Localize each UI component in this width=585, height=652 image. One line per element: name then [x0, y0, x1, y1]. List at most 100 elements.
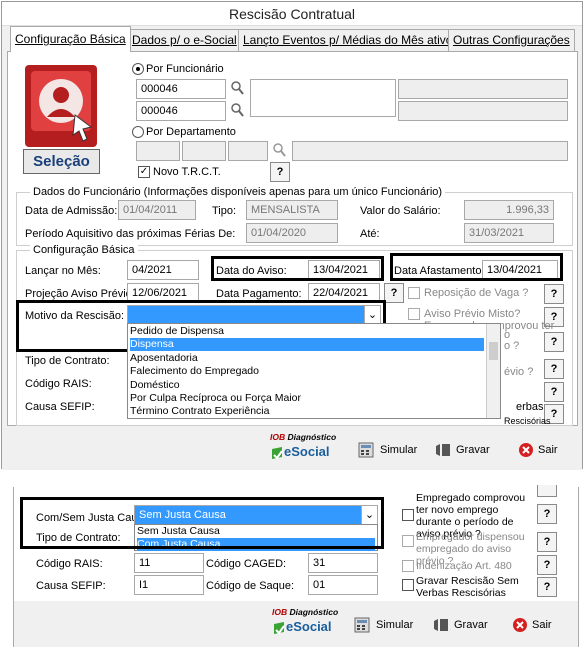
- causa-sefip-label: Causa SEFIP:: [25, 401, 95, 413]
- departamento-field-1: [136, 141, 180, 161]
- tipo-field: MENSALISTA: [246, 200, 338, 220]
- ate-label: Até:: [360, 228, 380, 240]
- empregado-comprovou-checkbox[interactable]: [402, 509, 414, 521]
- codigo-saque-input[interactable]: 01: [308, 575, 378, 595]
- por-departamento-radio[interactable]: [132, 126, 144, 138]
- funcionario-nome-de: [398, 79, 568, 99]
- diagnostico-text: Diagnóstico: [287, 432, 337, 442]
- highlight-data-aviso: [211, 256, 384, 281]
- help-button[interactable]: ?: [537, 555, 557, 575]
- gravar-button[interactable]: Gravar: [434, 442, 490, 458]
- departamento-nome: [292, 141, 568, 161]
- sair-button[interactable]: Sair: [512, 617, 552, 633]
- periodo-aquisitivo-label: Período Aquisitivo das próximas Férias D…: [25, 228, 236, 240]
- help-button[interactable]: ?: [537, 577, 557, 597]
- help-button[interactable]: ?: [384, 283, 404, 303]
- valor-salario-label: Valor do Salário:: [360, 205, 441, 217]
- periodo-ate-field: 31/03/2021: [464, 223, 554, 243]
- funcionario-ate-input[interactable]: 000046: [136, 101, 226, 121]
- codigo-caged-input[interactable]: 31: [308, 553, 378, 573]
- data-admissao-label: Data de Admissão:: [25, 205, 118, 217]
- motivo-option[interactable]: Por Culpa Recíproca ou Força Maior: [130, 392, 484, 405]
- motivo-option[interactable]: Doméstico: [130, 379, 484, 392]
- motivo-option[interactable]: Aposentadoria: [130, 352, 484, 365]
- help-button[interactable]: ?: [537, 532, 557, 552]
- lancar-mes-input[interactable]: 04/2021: [127, 260, 199, 280]
- aviso-misto-checkbox[interactable]: [408, 308, 420, 320]
- scrollbar-thumb[interactable]: [489, 342, 498, 360]
- causa-sefip-input[interactable]: I1: [134, 575, 204, 595]
- help-button[interactable]: ?: [544, 284, 564, 304]
- motivo-option[interactable]: Pedido de Dispensa: [130, 325, 484, 338]
- valor-salario-field: 1.996,33: [464, 200, 554, 220]
- motivo-option[interactable]: Falecimento do Empregado: [130, 365, 484, 378]
- tab-outras-configuracoes[interactable]: Outras Configurações: [448, 29, 575, 51]
- departamento-field-2: [182, 141, 226, 161]
- reposicao-checkbox[interactable]: [408, 287, 420, 299]
- data-pagamento-label: Data Pagamento:: [216, 288, 302, 300]
- bottom-footer-toolbar: IOB Diagnóstico eSocial Simular Gravar S…: [14, 601, 578, 647]
- funcionario-de-input[interactable]: 000046: [136, 79, 226, 99]
- bottom-panel: Com/Sem Justa Causa: Sem Justa Causa ⌄ S…: [13, 485, 579, 647]
- label-fragment: erbas: [516, 401, 544, 413]
- codigo-rais-label: Código RAIS:: [25, 378, 92, 390]
- tab-lancto-eventos[interactable]: Lançto Eventos p/ Médias do Mês ativo: [238, 29, 458, 51]
- help-button[interactable]: ?: [537, 504, 557, 524]
- save-icon: [436, 444, 450, 456]
- help-button[interactable]: ?: [544, 382, 564, 402]
- departamento-field-3: [228, 141, 268, 161]
- selecao-button[interactable]: Seleção: [23, 149, 100, 174]
- tab-dados-esocial[interactable]: Dados p/ o e-Social: [127, 29, 242, 51]
- label-fragment: o ?: [504, 340, 520, 352]
- selecao-image: [25, 65, 97, 147]
- por-funcionario-label: Por Funcionário: [146, 63, 224, 75]
- esocial-logo: eSocial: [286, 619, 332, 634]
- help-button[interactable]: ?: [544, 332, 564, 352]
- indenizacao-checkbox[interactable]: [402, 560, 414, 572]
- dropdown-scrollbar[interactable]: [486, 324, 500, 418]
- codigo-caged-label: Código CAGED:: [206, 558, 287, 570]
- search-icon[interactable]: [230, 80, 244, 99]
- tab-panel: Seleção Por Funcionário 000046 000046 Po…: [7, 51, 578, 426]
- footer-toolbar: IOB Diagnóstico eSocial Simular Gravar S…: [2, 426, 582, 470]
- rescisao-window: Rescisão Contratual Configuração Básica …: [1, 1, 583, 470]
- gravar-button[interactable]: Gravar: [432, 617, 488, 633]
- por-funcionario-radio[interactable]: [132, 63, 144, 75]
- novo-trct-checkbox[interactable]: ✓: [138, 166, 150, 178]
- projecao-aviso-label: Projeção Aviso Prévio:: [25, 288, 135, 300]
- indenizacao-label: Indenização Art. 480: [416, 560, 512, 572]
- gravar-label: Gravar: [456, 444, 490, 456]
- motivo-option[interactable]: Término Contrato Experiência: [130, 405, 484, 418]
- employee-select-icon: [31, 71, 93, 142]
- simular-button[interactable]: Simular: [354, 617, 413, 633]
- tipo-contrato-label: Tipo de Contrato:: [25, 355, 110, 367]
- highlight-data-afastamento: [390, 253, 563, 281]
- iob-logo: IOB Diagnóstico: [270, 432, 336, 442]
- diagnostico-text: Diagnóstico: [289, 607, 339, 617]
- funcionario-nome-box: [250, 79, 396, 117]
- esocial-logo-icon: [272, 620, 286, 639]
- window-title: Rescisão Contratual: [2, 2, 582, 26]
- gravar-rescisao-label: Gravar Rescisão Sem Verbas Rescisórias: [416, 575, 519, 599]
- iob-text: IOB: [272, 607, 288, 617]
- iob-logo: IOB Diagnóstico: [272, 607, 338, 617]
- codigo-rais-input[interactable]: 11: [134, 553, 204, 573]
- sair-button[interactable]: Sair: [518, 442, 558, 458]
- help-button[interactable]: ?: [270, 162, 290, 182]
- highlight-justa-causa: [20, 497, 384, 549]
- gravar-rescisao-checkbox[interactable]: [402, 579, 414, 591]
- calculator-icon: [358, 442, 374, 458]
- motivo-rescisao-dropdown: Pedido de Dispensa Dispensa Aposentadori…: [127, 323, 501, 419]
- lancar-mes-label: Lançar no Mês:: [25, 265, 101, 277]
- tab-configuracao-basica[interactable]: Configuração Básica: [10, 26, 131, 52]
- close-icon: [513, 618, 527, 632]
- empregador-dispensou-checkbox[interactable]: [402, 535, 414, 547]
- help-button[interactable]: ?: [544, 359, 564, 379]
- simular-button[interactable]: Simular: [358, 442, 417, 458]
- motivo-option[interactable]: Dispensa: [130, 338, 484, 351]
- help-button[interactable]: [537, 485, 557, 497]
- dados-funcionario-title: Dados do Funcionário (Informações dispon…: [30, 186, 446, 198]
- search-icon[interactable]: [230, 102, 244, 121]
- gravar-label: Gravar: [454, 619, 488, 631]
- esocial-logo: eSocial: [284, 444, 330, 459]
